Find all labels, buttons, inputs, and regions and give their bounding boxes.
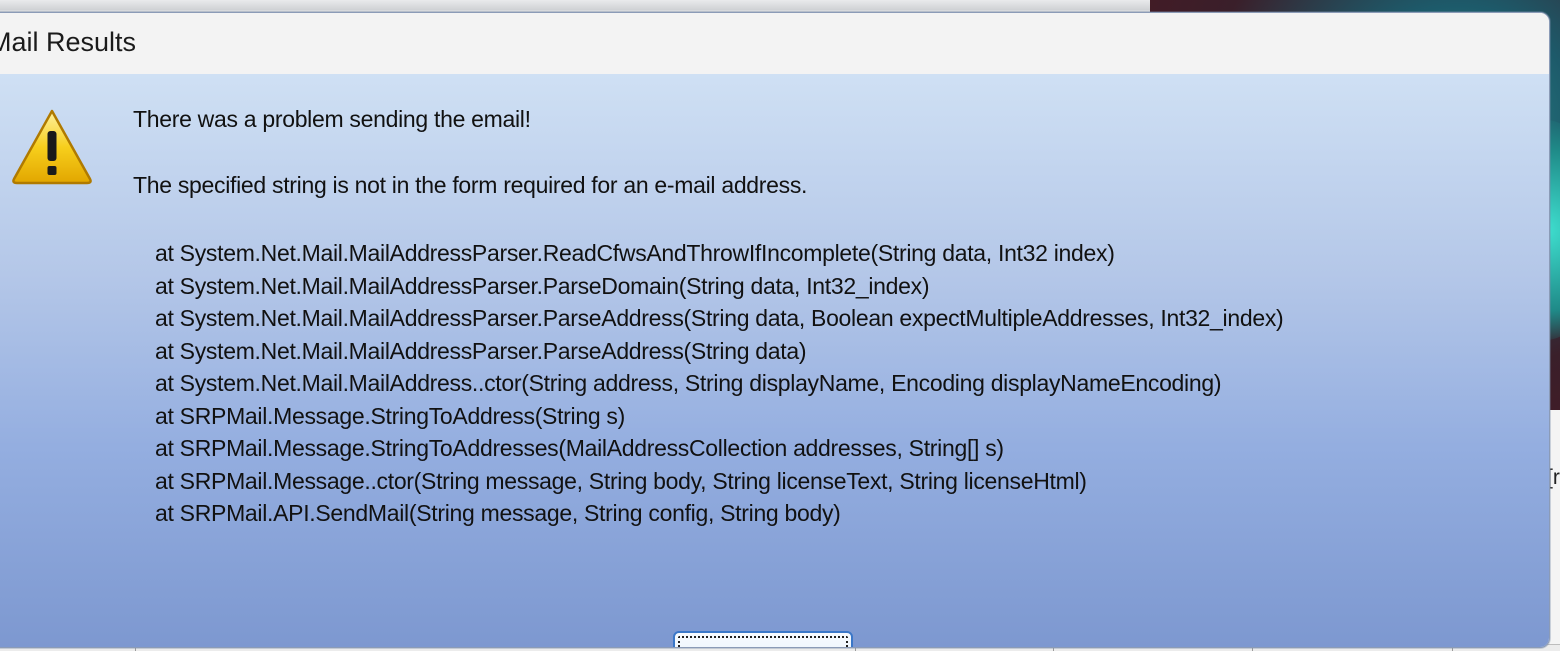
stack-trace-line: at SRPMail.Message..ctor(String message,… [155, 467, 1087, 494]
stack-trace-line: at System.Net.Mail.MailAddressParser.Rea… [155, 240, 1115, 266]
stack-trace-line: at System.Net.Mail.MailAddressParser.Par… [155, 337, 807, 364]
dialog-title: Mail Results [0, 27, 137, 57]
stack-trace-line: at SRPMail.API.SendMail(String message, … [155, 500, 841, 526]
stack-trace-line: at System.Net.Mail.MailAddressParser.Par… [155, 305, 1284, 331]
stack-trace-line: at System.Net.Mail.MailAddress..ctor(Str… [155, 370, 1222, 396]
error-headline: There was a problem sending the email! [133, 106, 531, 132]
ok-button-label: OK [746, 642, 779, 647]
stack-trace-line: at SRPMail.Message.StringToAddress(Strin… [155, 402, 625, 429]
stack-trace-line: at SRPMail.Message.StringToAddresses(Mai… [155, 435, 1004, 461]
error-detail: The specified string is not in the form … [133, 172, 808, 198]
dialog-titlebar[interactable]: Mail Results [0, 13, 1549, 74]
warning-icon [12, 109, 92, 185]
stack-trace-line: at System.Net.Mail.MailAddressParser.Par… [155, 272, 930, 299]
ok-button[interactable]: OK [673, 631, 853, 647]
stack-trace: at System.Net.Mail.MailAddressParser.Rea… [155, 237, 1284, 530]
mail-results-dialog: Mail Results There was a problem sending… [0, 12, 1550, 648]
dialog-body: There was a problem sending the email! T… [0, 74, 1549, 647]
